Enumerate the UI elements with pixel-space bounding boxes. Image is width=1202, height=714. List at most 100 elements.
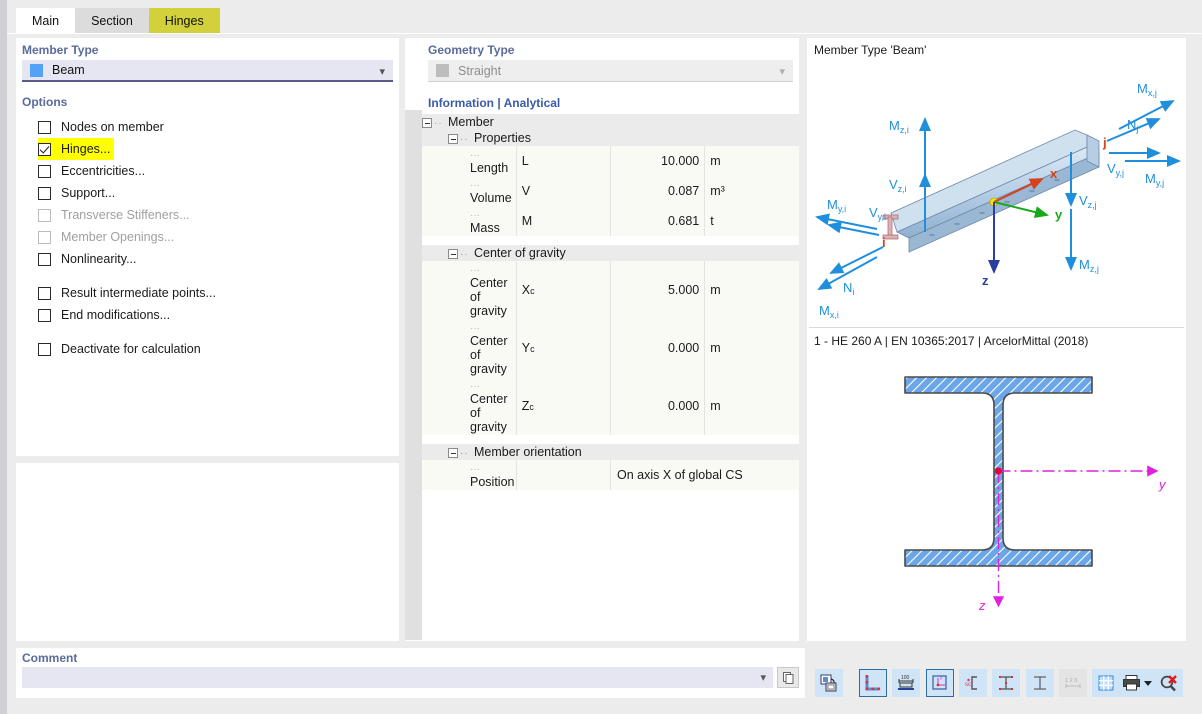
expander-icon[interactable] [448,248,458,259]
export-view-button[interactable] [815,669,843,697]
member-type-dropdown[interactable]: Beam ▾ [22,60,393,82]
checkbox-icon[interactable] [38,142,51,156]
tree-spacer[interactable] [422,435,799,444]
geometry-type-title: Geometry Type [428,43,515,57]
tree-spacer[interactable] [422,236,799,245]
chevron-down-icon: ▾ [779,66,785,78]
middle-panel: Geometry Type Straight ▾ Information | A… [422,38,799,641]
print-dropdown-arrow-icon[interactable] [1144,680,1152,686]
row-value: 0.087 [609,176,705,206]
checkbox-icon[interactable] [38,342,51,356]
option-support[interactable]: Support... [38,182,399,204]
checkbox-icon[interactable] [38,186,51,200]
comment-input[interactable]: ▾ [22,667,773,688]
row-symbol: Zc [515,377,611,435]
row-unit: m [704,319,799,377]
option-result-intermediate-points[interactable]: Result intermediate points... [38,282,399,304]
section-outline-button[interactable] [1025,669,1054,697]
magnifier-clear-icon [1160,675,1177,692]
tab-strip: Main Section Hinges [16,8,220,34]
option-deactivate-for-calculation[interactable]: Deactivate for calculation [38,338,399,360]
checkbox-icon[interactable] [38,308,51,322]
tree-row-cog[interactable]: ···Center of gravity Zc 0.000 m [422,377,799,435]
row-symbol: Xc [515,261,611,319]
axis-z-label: z [982,273,989,288]
row-value: 0.000 [609,377,705,435]
group-label: Properties [474,131,531,145]
row-unit: m [704,261,799,319]
axis-y-label: y [1055,207,1063,222]
corner-dims-button[interactable] [859,669,887,697]
tree-row-cog[interactable]: ···Center of gravity Yc 0.000 m [422,319,799,377]
grid-icon [1098,675,1114,691]
option-label: Result intermediate points... [61,286,216,300]
tree-row-property[interactable]: ···Mass M 0.681 t [422,206,799,236]
options-list: Nodes on member Hinges... Eccentricities..… [16,112,399,360]
axes-system-button[interactable]: y [925,669,954,697]
option-nodes-on-member[interactable]: Nodes on member [38,116,399,138]
section-toolbar: 100 y sc 1 2 3 [807,665,1186,701]
comment-copy-button[interactable] [777,667,799,688]
chevron-down-icon: ▾ [379,66,385,78]
checkbox-icon[interactable] [38,164,51,178]
tab-hinges[interactable]: Hinges [148,8,220,34]
tab-hinges-label: Hinges [164,14,204,28]
svg-text:Mx,i: Mx,i [819,303,839,319]
row-value: 10.000 [609,146,705,176]
tab-section-label: Section [91,14,133,28]
tree-group-properties[interactable]: ·· Properties [422,130,799,146]
toolbar-display-group: 100 y sc 1 2 3 [859,669,1156,697]
comment-row: ▾ [16,667,805,688]
geometry-type-color-swatch [436,64,449,77]
option-hinges[interactable]: Hinges... [38,138,115,160]
row-label: Center of gravity [470,276,508,318]
options-title: Options [22,95,68,109]
information-tree: ·· Member ·· Properties ···Length L 10.000 m ···… [422,114,799,490]
tab-underline [7,33,1202,34]
comment-area: Comment ▾ [16,648,805,698]
checkbox-icon [38,230,51,244]
print-button-group[interactable] [1119,669,1155,697]
row-unit: m [704,146,799,176]
checkbox-icon [38,208,51,222]
svg-text:My,i: My,i [827,197,846,214]
tree-group-center-of-gravity[interactable]: ·· Center of gravity [422,245,799,261]
expander-icon[interactable] [422,117,432,128]
numbering-icon: 1 2 3 [1065,678,1081,688]
left-panel: Member Type Beam ▾ Options Nodes on memb… [16,38,399,456]
j-end-force-labels: Nj Mx,j Vy,j My,j Vz,j Mz,j [1079,81,1164,274]
checkbox-icon[interactable] [38,252,51,266]
tree-group-orientation[interactable]: ·· Member orientation [422,444,799,460]
grid-button[interactable] [1092,669,1121,697]
information-header: Information | Analytical [422,92,799,114]
row-unit: m³ [704,176,799,206]
section-axis-z-label: z [978,598,986,613]
shear-center-button[interactable]: sc [959,669,988,697]
tab-section[interactable]: Section [75,8,149,34]
tree-row-property[interactable]: ···Volume V 0.087 m³ [422,176,799,206]
toolbar-export-group [815,669,845,697]
middle-panel-scrollbar[interactable] [405,110,422,640]
option-eccentricities[interactable]: Eccentricities... [38,160,399,182]
overall-dims-button[interactable]: 100 [892,669,921,697]
expander-icon[interactable] [448,133,458,144]
tree-row-cog[interactable]: ···Center of gravity Xc 5.000 m [422,261,799,319]
option-end-modifications[interactable]: End modifications... [38,304,399,326]
row-label: Center of gravity [470,334,508,376]
checkbox-icon[interactable] [38,286,51,300]
tree-group-member[interactable]: ·· Member [422,114,799,130]
section-caption: 1 - HE 260 A | EN 10365:2017 | ArcelorMi… [814,334,1089,348]
tree-row-property[interactable]: ···Length L 10.000 m [422,146,799,176]
tree-row-orientation[interactable]: ···Position On axis X of global CS [422,460,799,490]
checkbox-icon[interactable] [38,120,51,134]
beam-diagram: x y z i j Mz,i Vz,i My,i Vy,i Ni Mx,i Nj… [807,57,1186,327]
copy-pages-icon [782,672,793,684]
row-label: Center of gravity [470,392,508,434]
reset-zoom-button[interactable] [1155,669,1183,697]
expander-icon[interactable] [448,447,458,458]
tab-main[interactable]: Main [16,8,76,34]
geometry-type-dropdown[interactable]: Straight ▾ [428,60,793,82]
option-nonlinearity[interactable]: Nonlinearity... [38,248,399,270]
principal-axes-button[interactable] [992,669,1021,697]
row-label: Position [470,475,515,489]
